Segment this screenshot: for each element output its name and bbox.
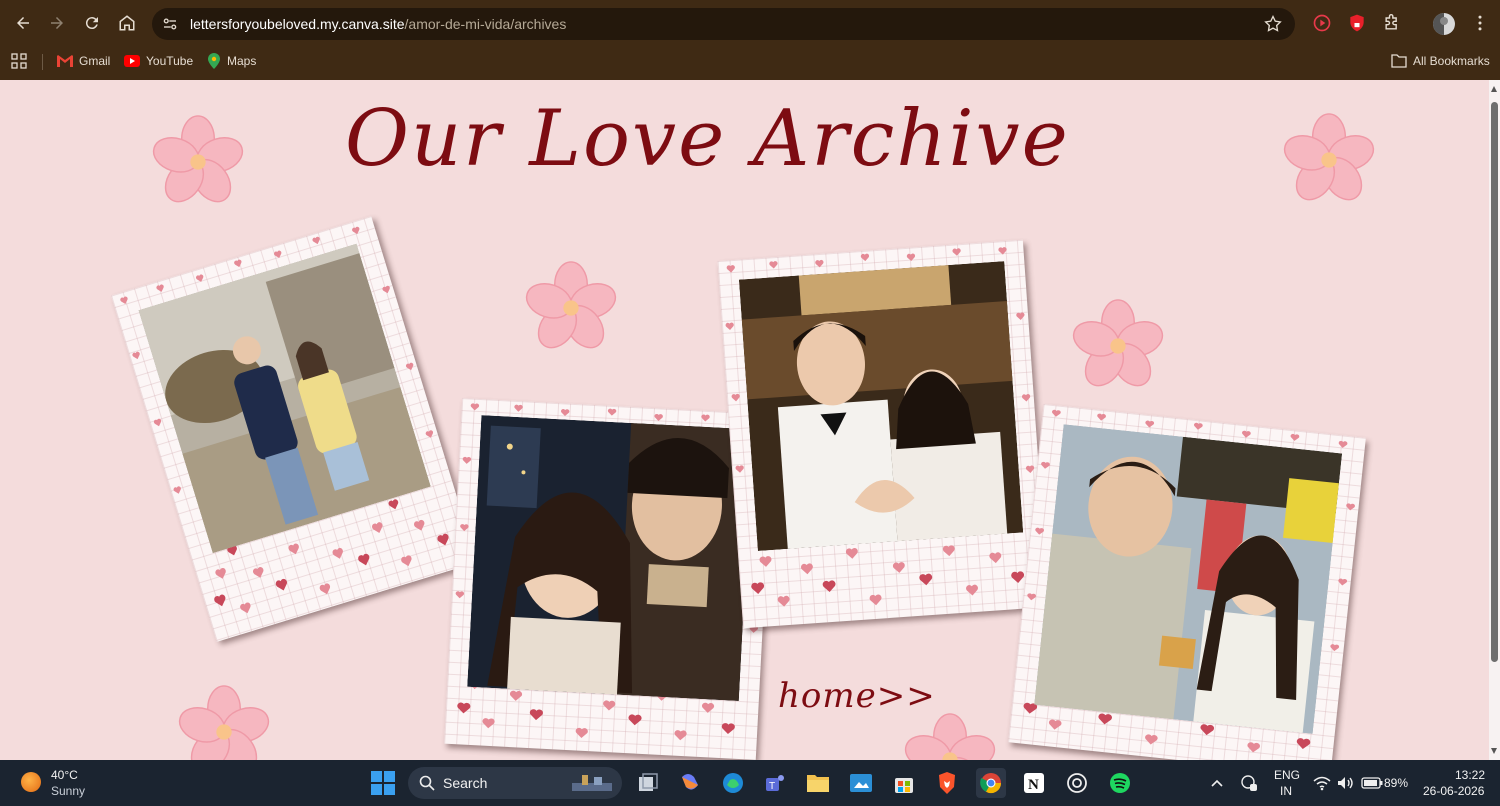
browser-chrome: lettersforyoubeloved.my.canva.site/amor-… [0,0,1500,80]
bookmark-label: Maps [227,54,257,68]
copilot-icon[interactable] [675,768,705,798]
maps-icon [208,53,220,69]
photos-app-icon[interactable] [846,768,876,798]
all-bookmarks[interactable]: All Bookmarks [1391,52,1490,70]
flower-icon [150,114,246,210]
microsoft-store-icon[interactable] [889,768,919,798]
bookmark-label: Gmail [79,54,111,68]
bookmark-label: YouTube [146,54,194,68]
spotify-icon[interactable] [1105,768,1135,798]
web-page: Our Love Archive home>> [0,80,1489,760]
back-button[interactable] [10,10,36,36]
url-host: lettersforyoubeloved.my.canva.site [190,16,405,32]
address-bar[interactable]: lettersforyoubeloved.my.canva.site/amor-… [152,8,1295,40]
flower-icon [1281,112,1377,208]
clock-date[interactable]: 26-06-2026 [1423,784,1484,798]
windows-taskbar: 40°C Sunny Search T N ENG IN 89% 13:22 2… [0,760,1500,806]
polaroid-photo-3[interactable] [717,239,1049,629]
weather-sun-icon[interactable] [21,772,41,792]
flower-icon [1070,298,1166,394]
polaroid-photo-1[interactable] [111,216,477,642]
bookmark-youtube[interactable]: YouTube [124,52,193,70]
taskbar-search[interactable]: Search [408,767,622,799]
language-bottom[interactable]: IN [1280,784,1292,798]
file-explorer-icon[interactable] [803,768,833,798]
weather-temp: 40°C [51,768,78,782]
couple-selfie-photo [467,415,754,701]
home-button[interactable] [114,10,140,36]
scrollbar-thumb[interactable] [1491,102,1498,662]
gmail-icon [57,55,73,67]
notion-icon[interactable]: N [1019,768,1049,798]
record-extension-icon[interactable] [1312,13,1332,33]
scroll-down-icon[interactable] [1491,748,1497,754]
search-label: Search [443,775,488,791]
flower-icon [523,260,619,356]
task-view-icon[interactable] [633,768,663,798]
reload-button[interactable] [79,10,105,36]
shield-extension-icon[interactable] [1347,13,1367,33]
forward-button[interactable] [44,10,70,36]
windows-start-icon[interactable] [368,768,398,798]
clock-time[interactable]: 13:22 [1455,768,1485,782]
all-bookmarks-label: All Bookmarks [1413,54,1490,68]
bookmark-gmail[interactable]: Gmail [57,52,110,70]
bookmark-maps[interactable]: Maps [207,52,256,70]
page-title: Our Love Archive [345,94,1070,184]
battery-icon[interactable] [1361,777,1383,789]
flower-icon [176,684,272,760]
profile-avatar[interactable] [1433,13,1455,35]
menu-kebab-icon[interactable] [1470,13,1490,33]
polaroid-photo-2[interactable] [444,398,774,760]
brave-browser-icon[interactable] [932,768,962,798]
chrome-browser-icon[interactable] [976,768,1006,798]
bookmarks-bar: Gmail YouTube Maps All Bookmarks [0,46,1500,76]
home-link[interactable]: home>> [778,676,936,716]
wedding-couple-photo [738,261,1024,552]
speaker-icon[interactable] [1336,775,1354,791]
teams-icon[interactable]: T [760,768,790,798]
search-icon [419,775,435,791]
couple-laughing-photo [1034,424,1343,734]
folder-icon [1391,54,1407,68]
reload-icon [85,17,98,30]
svg-text:T: T [769,781,775,792]
url-text[interactable]: lettersforyoubeloved.my.canva.site/amor-… [190,16,566,32]
chatgpt-icon[interactable] [1062,768,1092,798]
avatar-icon [1433,13,1455,35]
polaroid-photo-4[interactable] [1008,403,1366,760]
extensions-puzzle-icon[interactable] [1382,13,1402,33]
wifi-icon[interactable] [1313,775,1331,791]
youtube-icon [124,55,140,67]
edge-browser-icon[interactable] [718,768,748,798]
chevron-up-icon[interactable] [1210,776,1224,790]
svg-text:N: N [1028,777,1039,793]
apps-grid-icon[interactable] [11,53,27,69]
bookmark-star-icon[interactable] [1263,14,1283,34]
arrow-left-icon [17,17,29,29]
browser-toolbar: lettersforyoubeloved.my.canva.site/amor-… [0,0,1500,46]
network-shield-icon[interactable] [1240,774,1258,792]
arrow-right-icon [51,17,63,29]
scroll-up-icon[interactable] [1491,86,1497,92]
site-settings-icon[interactable] [161,15,179,33]
weather-desc: Sunny [51,784,86,798]
flower-icon [902,712,998,760]
bookmarks-divider [42,54,43,70]
search-highlight-icon [572,775,612,791]
url-path: /amor-de-mi-vida/archives [404,16,567,32]
battery-percent: 89% [1384,776,1409,790]
home-icon [119,15,135,31]
page-scrollbar[interactable] [1489,80,1500,760]
language-top[interactable]: ENG [1274,768,1300,782]
